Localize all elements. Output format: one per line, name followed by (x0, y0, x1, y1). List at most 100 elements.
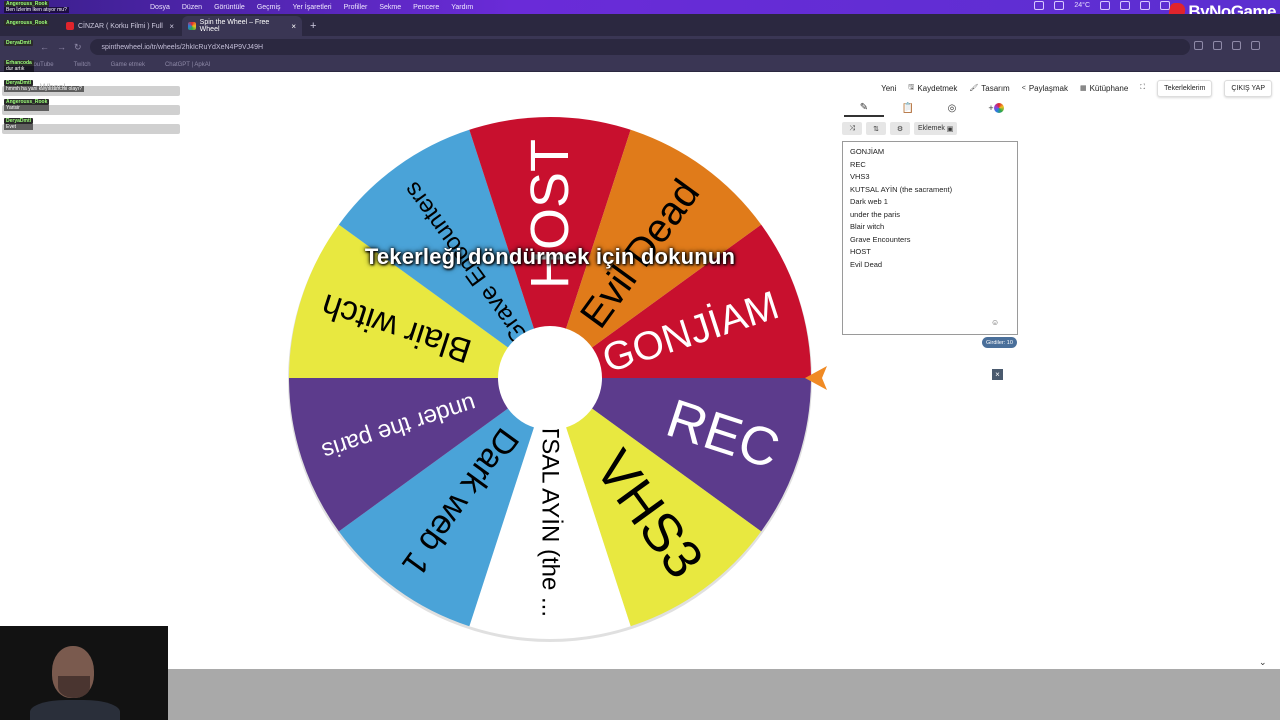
new-tab-icon[interactable]: + (304, 20, 322, 36)
reload-icon[interactable]: ↻ (74, 42, 82, 53)
entry-line[interactable]: REC (850, 159, 1010, 172)
new-wheel-button[interactable]: Yeni (881, 84, 896, 93)
system-tray: 24°C (1034, 1, 1170, 10)
shuffle-icon[interactable]: ⤨ (842, 122, 862, 135)
entry-line[interactable]: Blair witch (850, 221, 1010, 234)
add-image-label: Eklemek (918, 125, 945, 132)
chat-username: Angerouss_Rook (4, 99, 50, 105)
chat-username: DeryaDmtl (4, 80, 34, 86)
menu-item[interactable]: Yardım (451, 4, 473, 11)
add-image-button[interactable]: Eklemek ▣ (914, 122, 958, 135)
tab-title: CİNZAR ( Korku Filmi ) Full (78, 22, 163, 30)
menu-item[interactable]: Düzen (182, 4, 202, 11)
design-label: Tasarım (981, 83, 1010, 93)
bookmark[interactable]: Game etmek (111, 62, 145, 68)
entry-line[interactable]: Grave Encounters (850, 234, 1010, 247)
spin-instruction[interactable]: Tekerleği döndürmek için dokunun (340, 244, 760, 270)
entry-line[interactable]: under the paris (850, 209, 1010, 222)
wheel-graphic[interactable]: GONJİAMRECVHS3KUTSAL AYİN (the ...Dark w… (287, 115, 813, 642)
fullscreen-icon: ⛶ (1140, 84, 1146, 91)
wheel-favicon-icon (188, 22, 196, 30)
tray-icon[interactable] (1120, 1, 1130, 10)
browser-tab-active[interactable]: Spin the Wheel – Free Wheel × (182, 16, 302, 36)
menu-item[interactable]: Profiller (344, 4, 368, 11)
bookmark[interactable]: Twitch (74, 62, 91, 68)
share-icon: < (1021, 84, 1026, 92)
chat-backdrop (2, 124, 180, 134)
entry-line[interactable]: GONJİAM (850, 146, 1010, 159)
edit-pencil-icon[interactable]: ✎ (844, 99, 884, 117)
entries-count-badge: Girdiler: 10 (982, 337, 1017, 348)
site-logo[interactable]: Wheel (40, 82, 66, 92)
save-button[interactable]: 🖫 Kaydetmek (908, 83, 957, 94)
chat-backdrop (2, 105, 180, 115)
youtube-icon (66, 22, 74, 30)
menu-item[interactable]: Dosya (150, 4, 170, 11)
bookmark[interactable]: YouTube (30, 62, 54, 68)
menu-item[interactable]: Pencere (413, 4, 439, 11)
back-icon[interactable]: ← (40, 42, 49, 52)
close-tab-icon[interactable]: × (169, 22, 174, 31)
design-button[interactable]: 🖌 Tasarım (969, 84, 1009, 93)
entry-line[interactable]: VHS3 (850, 171, 1010, 184)
url-input[interactable]: spinthewheel.io/tr/wheels/2hkIcRuYdXeN4P… (89, 39, 1190, 55)
clipboard-icon[interactable]: 📋 (888, 99, 928, 117)
menu-item[interactable]: Sekme (379, 4, 401, 11)
share-label: Paylaşmak (1028, 83, 1068, 93)
tray-icon[interactable] (1054, 1, 1065, 10)
address-bar-row: ← → ↻ spinthewheel.io/tr/wheels/2hkIcRuY… (0, 36, 1280, 58)
editor-toolbar: ✎ 📋 ◎ + (842, 99, 1018, 117)
tray-icon[interactable] (1140, 1, 1150, 10)
bookmark-star-icon[interactable] (1213, 41, 1222, 50)
share-button[interactable]: < Paylaşmak (1022, 84, 1068, 93)
chat-message: DeryaDmtl Evet (4, 118, 34, 130)
translate-icon[interactable] (1194, 41, 1203, 50)
tray-icon[interactable] (1034, 1, 1045, 10)
bookmarks-bar: YouTube Twitch Game etmek ChatGPT | ApkA… (0, 58, 1280, 72)
chat-text: Evet (4, 124, 34, 130)
streamer-beard (58, 676, 90, 698)
save-icon: 🖫 (908, 83, 915, 91)
forward-icon[interactable]: → (57, 42, 66, 52)
add-color-icon[interactable]: + (976, 99, 1016, 117)
entry-line[interactable]: KUTSAL AYİN (the sacrament) (850, 184, 1010, 197)
browser-tab[interactable]: CİNZAR ( Korku Filmi ) Full × (60, 16, 180, 36)
bookmark[interactable]: ChatGPT | ApkAI (165, 62, 210, 68)
editor-actions: ⤨ ⇅ ⚙ Eklemek ▣ (842, 122, 958, 135)
site-navigation: Yeni 🖫 Kaydetmek 🖌 Tasarım < Paylaşmak ▦ Küt… (180, 76, 1280, 100)
entry-line[interactable]: Evil Dead (850, 259, 1010, 272)
bottom-banner (168, 669, 1280, 720)
settings-gear-icon[interactable]: ⚙ (890, 122, 910, 135)
weather-temperature: 24°C (1074, 2, 1090, 9)
menu-item[interactable]: Görüntüle (214, 4, 245, 11)
save-label: Kaydetmek (917, 83, 958, 93)
emoji-icon[interactable]: ☺ (991, 318, 999, 327)
chat-text: Yarisir (4, 105, 50, 111)
hide-eye-icon[interactable]: ◎ (932, 99, 972, 117)
tray-icon[interactable] (1100, 1, 1110, 10)
menu-icon[interactable] (1251, 41, 1260, 50)
menu-item[interactable]: Geçmiş (257, 4, 281, 11)
logout-button[interactable]: ÇIKIŞ YAP (1224, 79, 1272, 97)
fullscreen-button[interactable]: ⛶ (1140, 84, 1145, 92)
extensions-icon[interactable] (1232, 41, 1241, 50)
library-icon: ▦ (1079, 85, 1087, 92)
wheel-hub[interactable] (498, 326, 602, 430)
library-label: Kütüphane (1089, 83, 1129, 93)
os-menu-bar: Dosya Düzen Görüntüle Geçmiş Yer İşaretl… (0, 0, 1280, 14)
sort-icon[interactable]: ⇅ (866, 122, 886, 135)
spin-wheel[interactable]: GONJİAM REC VHS3 KUTSAL AYİN (the ... Dark w… (287, 115, 813, 642)
menu-item[interactable]: Yer İşaretleri (293, 4, 332, 11)
chat-message: Angerouss_Rook Yarisir (4, 99, 50, 111)
chat-backdrop (2, 86, 180, 96)
library-button[interactable]: ▦ Kütüphane (1080, 84, 1128, 93)
entry-line[interactable]: HOST (850, 246, 1010, 259)
entry-line[interactable]: Dark web 1 (850, 196, 1010, 209)
chevron-down-icon[interactable]: ⌄ (1259, 657, 1267, 668)
my-wheels-button[interactable]: Tekerleklerim (1157, 79, 1213, 97)
entries-textarea[interactable]: GONJİAM REC VHS3 KUTSAL AYİN (the sacrament… (842, 141, 1018, 335)
webcam-overlay (0, 626, 168, 720)
close-tab-icon[interactable]: × (291, 22, 296, 31)
chat-username: DeryaDmtl (4, 118, 34, 124)
close-icon[interactable]: × (992, 369, 1003, 380)
